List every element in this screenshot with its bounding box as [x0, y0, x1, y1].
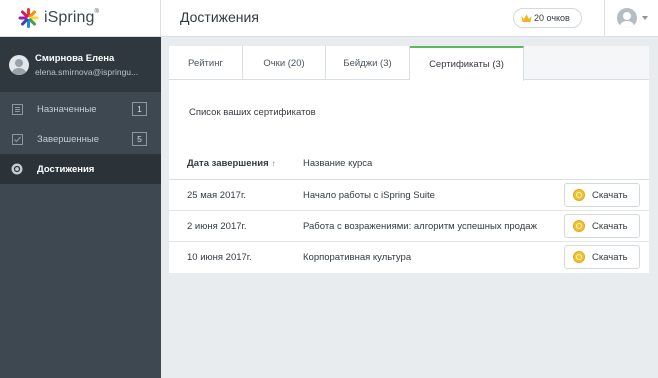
user-name: Смирнова Елена: [35, 52, 115, 64]
column-header-course: Название курса: [303, 157, 373, 169]
table-row: 25 мая 2017г. Начало работы с iSpring Su…: [169, 180, 649, 211]
tab-rating[interactable]: Рейтинг: [169, 46, 243, 80]
course-name: Работа с возражениями: алгоритм успешных…: [303, 220, 537, 232]
certificate-medal-icon: [573, 251, 585, 263]
header-divider: [604, 0, 605, 37]
account-avatar[interactable]: [617, 8, 637, 28]
count-badge: 5: [132, 132, 147, 146]
download-button[interactable]: Скачать: [564, 214, 640, 238]
user-profile[interactable]: Смирнова Елена elena.smirnova@ispringu..…: [0, 37, 161, 92]
certificate-medal-icon: [573, 189, 585, 201]
logo[interactable]: iSpring®: [0, 0, 161, 37]
sidebar-item-completed[interactable]: Завершенные 5: [0, 124, 161, 154]
sidebar-item-label: Назначенные: [37, 103, 97, 115]
assigned-icon: [11, 103, 23, 115]
sidebar-item-achievements[interactable]: Достижения: [0, 154, 161, 184]
completion-date: 25 мая 2017г.: [187, 189, 246, 201]
content-panel: Рейтинг Очки (20) Бейджи (3) Сертификаты…: [169, 46, 649, 273]
count-badge: 1: [132, 102, 147, 116]
checkbox-icon: [11, 133, 23, 145]
column-header-date[interactable]: Дата завершения ↑: [169, 158, 303, 169]
completion-date: 10 июня 2017г.: [187, 252, 252, 263]
table-header: Дата завершения ↑ Название курса: [169, 147, 649, 180]
tab-certificates[interactable]: Сертификаты (3): [410, 46, 524, 81]
avatar: [9, 54, 29, 75]
sidebar-nav: Назначенные 1 Завершенные 5 Достижения: [0, 94, 161, 184]
tab-points[interactable]: Очки (20): [243, 46, 326, 80]
course-name: Начало работы с iSpring Suite: [303, 189, 435, 201]
tab-badges[interactable]: Бейджи (3): [326, 46, 410, 80]
sidebar: iSpring® Смирнова Елена elena.smirnova@i…: [0, 0, 161, 378]
page-title: Достижения: [180, 9, 259, 25]
table-row: 2 июня 2017г. Работа с возражениями: алг…: [169, 211, 649, 242]
download-button[interactable]: Скачать: [564, 245, 640, 269]
ispring-logo-icon: [17, 7, 39, 29]
chevron-down-icon[interactable]: [642, 16, 648, 20]
table-row: 10 июня 2017г. Корпоративная культура Ск…: [169, 242, 649, 273]
completion-date: 2 июня 2017г.: [187, 220, 247, 232]
tab-bar: Рейтинг Очки (20) Бейджи (3) Сертификаты…: [169, 46, 649, 81]
logo-text: iSpring®: [44, 9, 100, 26]
sidebar-item-label: Достижения: [37, 163, 95, 175]
crown-icon: [521, 14, 532, 23]
section-subtitle: Список ваших сертификатов: [189, 107, 316, 118]
course-name: Корпоративная культура: [303, 252, 412, 263]
achievements-icon: [11, 163, 23, 175]
score-badge[interactable]: 20 очков: [513, 8, 582, 28]
score-text: 20 очков: [534, 13, 570, 23]
download-button[interactable]: Скачать: [564, 183, 640, 207]
tab-bar-fill: [524, 46, 649, 79]
certificate-medal-icon: [573, 220, 585, 232]
certificates-table: Дата завершения ↑ Название курса 25 мая 2…: [169, 147, 649, 273]
top-header: Достижения 20 очков: [161, 0, 658, 37]
sidebar-item-assigned[interactable]: Назначенные 1: [0, 94, 161, 124]
sidebar-item-label: Завершенные: [37, 133, 100, 145]
user-email: elena.smirnova@ispringu...: [35, 66, 139, 77]
sort-arrow-icon: ↑: [271, 158, 276, 168]
